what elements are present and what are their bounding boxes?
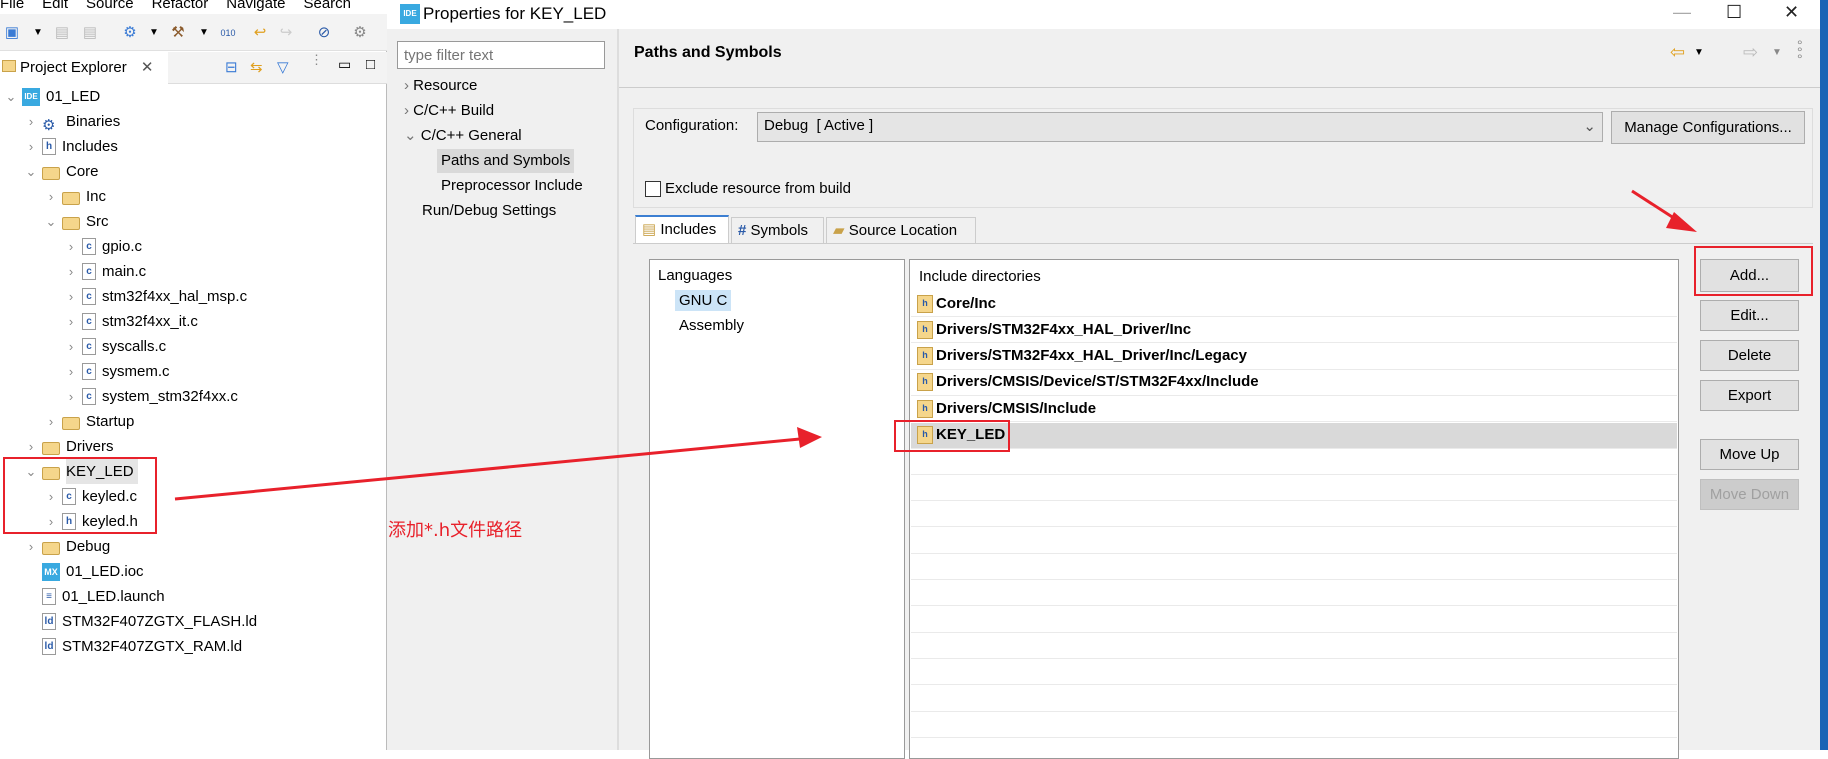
annotation-arrows	[174, 189, 1697, 501]
annotation-text: 添加*.h文件路径	[388, 520, 523, 541]
annotation-arrow-line	[174, 437, 801, 501]
annotation-arrow-head	[797, 427, 822, 448]
